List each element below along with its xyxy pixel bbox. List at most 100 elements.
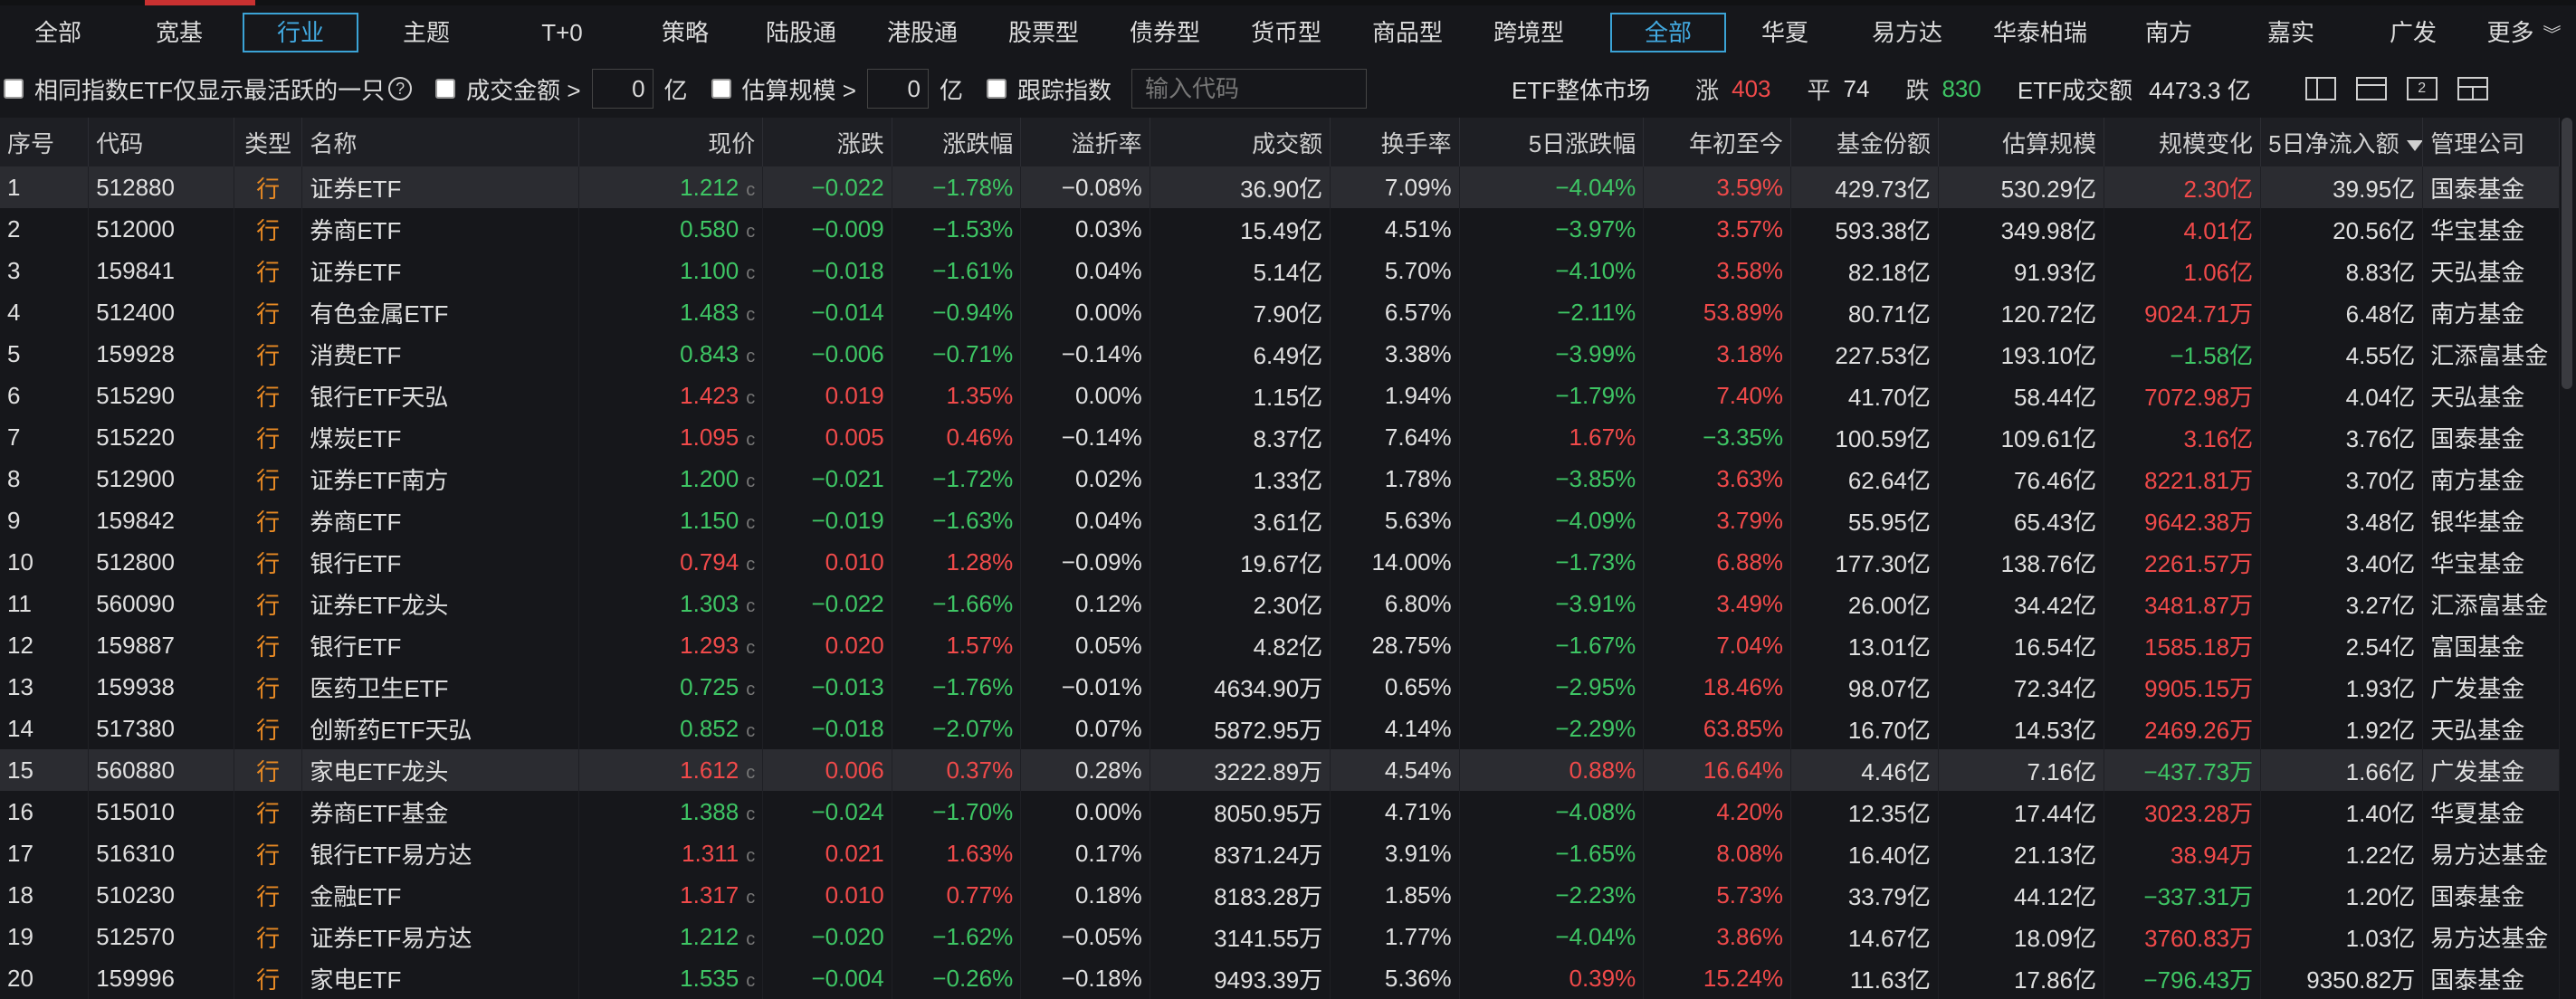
- table-row[interactable]: 6 515290 行 银行ETF天弘 1.423 c 0.019 1.35% 0.00% 1.15…: [0, 375, 2560, 416]
- vertical-scrollbar[interactable]: [2562, 118, 2572, 389]
- tab-group2-6[interactable]: 广发: [2354, 13, 2472, 52]
- list-view-icon[interactable]: [2355, 77, 2387, 100]
- cell-pct: −1.72%: [892, 458, 1022, 500]
- tab-group2-4[interactable]: 南方: [2110, 13, 2228, 52]
- column-header-d5[interactable]: 5日涨跌幅: [1459, 118, 1645, 166]
- cell-scale-value: 7.16亿: [2027, 757, 2097, 785]
- table-row[interactable]: 5 159928 行 消费ETF 0.843 c −0.006 −0.71% −0.14% 6.4…: [0, 333, 2560, 375]
- table-row[interactable]: 10 512800 行 银行ETF 0.794 c 0.010 1.28% −0.09% 19.6…: [0, 541, 2560, 583]
- turnover-min-input[interactable]: [591, 69, 654, 109]
- cell-inflow: 9350.82万: [2260, 957, 2424, 999]
- column-header-type[interactable]: 类型: [234, 118, 303, 166]
- column-header-scale[interactable]: 估算规模: [1938, 118, 2105, 166]
- cell-d5-value: −1.73%: [1555, 547, 1636, 576]
- table-row[interactable]: 14 517380 行 创新药ETF天弘 0.852 c −0.018 −2.07% 0.07%…: [0, 708, 2560, 749]
- same-index-checkbox[interactable]: [4, 79, 24, 99]
- table-row[interactable]: 19 512570 行 证券ETF易方达 1.212 c −0.020 −1.62% −0.05…: [0, 916, 2560, 957]
- scale-filter-checkbox[interactable]: [711, 79, 731, 99]
- table-row[interactable]: 2 512000 行 券商ETF 0.580 c −0.009 −1.53% 0.03% 15.4…: [0, 208, 2560, 250]
- column-header-name[interactable]: 名称: [301, 118, 579, 166]
- cell-chg: 0.010: [762, 541, 892, 583]
- cell-idx: 17: [0, 832, 90, 874]
- column-header-chg[interactable]: 涨跌: [762, 118, 892, 166]
- column-header-ytd[interactable]: 年初至今: [1643, 118, 1792, 166]
- table-row[interactable]: 3 159841 行 证券ETF 1.100 c −0.018 −1.61% 0.04% 5.14…: [0, 250, 2560, 291]
- turnover-filter-checkbox[interactable]: [435, 79, 456, 99]
- column-header-turn-rate[interactable]: 换手率: [1330, 118, 1460, 166]
- tab-group2-5[interactable]: 嘉实: [2228, 13, 2354, 52]
- column-header-prem[interactable]: 溢折率: [1020, 118, 1150, 166]
- table-row[interactable]: 17 516310 行 银行ETF易方达 1.311 c 0.021 1.63% 0.17% 83…: [0, 832, 2560, 874]
- table-row[interactable]: 4 512400 行 有色金属ETF 1.483 c −0.014 −0.94% 0.00% 7.…: [0, 291, 2560, 333]
- column-header-turnover[interactable]: 成交额: [1150, 118, 1331, 166]
- tab-group1-4[interactable]: T+0: [494, 13, 630, 52]
- two-column-icon[interactable]: 2: [2406, 77, 2438, 100]
- table-row[interactable]: 15 560880 行 家电ETF龙头 1.612 c 0.006 0.37% 0.28% 322…: [0, 749, 2560, 791]
- tab-group1-1[interactable]: 宽基: [116, 13, 243, 52]
- tab-group2-2[interactable]: 易方达: [1844, 13, 1970, 52]
- cell-shares-value: 82.18亿: [1847, 258, 1931, 286]
- column-header-code[interactable]: 代码: [88, 118, 235, 166]
- cell-d5: −1.79%: [1459, 375, 1645, 416]
- tab-group1-2[interactable]: 行业: [243, 13, 358, 52]
- table-row[interactable]: 13 159938 行 医药卫生ETF 0.725 c −0.013 −1.76% −0.01%…: [0, 666, 2560, 708]
- tab-group1-7[interactable]: 港股通: [862, 13, 983, 52]
- cell-chg-value: −0.014: [811, 298, 884, 326]
- code-search-input[interactable]: [1131, 69, 1367, 109]
- more-button[interactable]: 更多 ︾: [2472, 13, 2576, 52]
- cell-scale-chg-value: −337.31万: [2143, 882, 2254, 910]
- tab-group1-0[interactable]: 全部: [0, 13, 116, 52]
- table-row[interactable]: 12 159887 行 银行ETF 1.293 c 0.020 1.57% 0.05% 4.82亿…: [0, 624, 2560, 666]
- split-view-icon[interactable]: [2304, 77, 2336, 100]
- help-icon[interactable]: ?: [388, 77, 413, 100]
- category-tabs: 全部 宽基 行业 主题 T+0 策略 陆股通 港股通 股票型 债券型 货币型 商品型 跨境型: [0, 13, 1589, 52]
- table-row[interactable]: 18 510230 行 金融ETF 1.317 c 0.010 0.77% 0.18% 8183.…: [0, 874, 2560, 916]
- table-row[interactable]: 8 512900 行 证券ETF南方 1.200 c −0.021 −1.72% 0.02% 1.…: [0, 458, 2560, 500]
- tab-group1-6[interactable]: 陆股通: [740, 13, 862, 52]
- cell-company-value: 南方基金: [2430, 300, 2525, 328]
- column-header-inflow[interactable]: 5日净流入额: [2260, 118, 2424, 166]
- tab-group2-3[interactable]: 华泰柏瑞: [1970, 13, 2110, 52]
- cell-turn-rate-value: 1.94%: [1384, 381, 1452, 409]
- table-row[interactable]: 9 159842 行 券商ETF 1.150 c −0.019 −1.63% 0.04% 3.61…: [0, 500, 2560, 541]
- scale-min-input[interactable]: [866, 69, 929, 109]
- tab-group1-8[interactable]: 股票型: [983, 13, 1104, 52]
- cell-code-value: 516310: [96, 839, 175, 867]
- column-header-scale-chg[interactable]: 规模变化: [2104, 118, 2262, 166]
- cell-price-value: 0.843: [680, 339, 739, 367]
- cell-prem-value: −0.01%: [1061, 672, 1142, 700]
- cell-turnover: 1.33亿: [1150, 458, 1331, 500]
- tab-group1-10[interactable]: 货币型: [1226, 13, 1347, 52]
- cell-shares: 227.53亿: [1790, 333, 1939, 375]
- table-row[interactable]: 20 159996 行 家电ETF 1.535 c −0.004 −0.26% −0.18% 94…: [0, 957, 2560, 999]
- tab-group1-11[interactable]: 商品型: [1347, 13, 1468, 52]
- column-header-company[interactable]: 管理公司: [2422, 118, 2560, 166]
- cell-prem-value: −0.18%: [1061, 964, 1142, 992]
- column-header-label: 基金份额: [1836, 129, 1931, 157]
- tab-group2-0[interactable]: 全部: [1610, 13, 1726, 52]
- price-c-mark: c: [746, 512, 756, 533]
- column-header-shares[interactable]: 基金份额: [1790, 118, 1939, 166]
- table-row[interactable]: 11 560090 行 证券ETF龙头 1.303 c −0.022 −1.66% 0.12% 2…: [0, 583, 2560, 624]
- cell-ytd-value: 3.58%: [1716, 256, 1784, 284]
- column-header-pct[interactable]: 涨跌幅: [892, 118, 1022, 166]
- cell-name-value: 证券ETF: [310, 175, 402, 203]
- table-row[interactable]: 16 515010 行 券商ETF基金 1.388 c −0.024 −1.70% 0.00% 8…: [0, 791, 2560, 832]
- column-header-idx[interactable]: 序号: [0, 118, 90, 166]
- column-header-price[interactable]: 现价: [578, 118, 764, 166]
- cell-name: 创新药ETF天弘: [301, 708, 579, 749]
- grid-view-icon[interactable]: [2457, 77, 2488, 100]
- cell-turnover-value: 3141.55万: [1214, 924, 1323, 952]
- tab-group2-1[interactable]: 华夏: [1726, 13, 1844, 52]
- cell-inflow: 3.76亿: [2260, 416, 2424, 458]
- track-index-checkbox[interactable]: [986, 79, 1007, 99]
- cell-chg: −0.021: [762, 458, 892, 500]
- table-row[interactable]: 7 515220 行 煤炭ETF 1.095 c 0.005 0.46% −0.14% 8.37亿…: [0, 416, 2560, 458]
- cell-shares: 429.73亿: [1790, 166, 1939, 208]
- tab-group1-9[interactable]: 债券型: [1104, 13, 1226, 52]
- tab-group1-3[interactable]: 主题: [358, 13, 494, 52]
- price-c-mark: c: [746, 429, 756, 450]
- tab-group1-5[interactable]: 策略: [630, 13, 740, 52]
- table-row[interactable]: 1 512880 行 证券ETF 1.212 c −0.022 −1.78% −0.08% 36.…: [0, 166, 2560, 208]
- tab-group1-12[interactable]: 跨境型: [1468, 13, 1589, 52]
